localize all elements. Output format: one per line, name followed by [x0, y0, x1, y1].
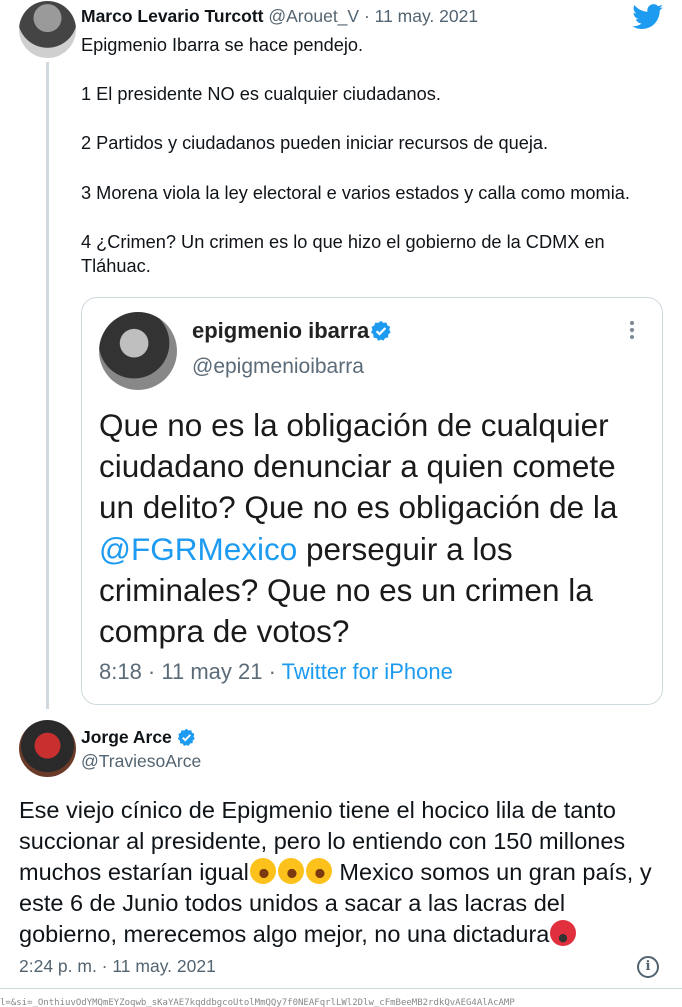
url-strip: l=&si=_OnthiuvOdYMQmEYZoqwb_sKaYAE7kqddb… [0, 998, 515, 1007]
tweet1-paragraph: 3 Morena viola la ley electoral e varios… [81, 182, 630, 203]
tweet1-header: Marco Levario Turcott @Arouet_V · 11 may… [81, 6, 478, 27]
quoted-author-name[interactable]: epigmenio ibarra [192, 318, 369, 344]
avatar-marco[interactable] [19, 1, 76, 58]
rolling-laughing-emoji-icon [302, 854, 336, 888]
tweet2-text: Ese viejo cínico de Epigmenio tiene el h… [19, 795, 669, 950]
tweet1-paragraph [81, 156, 671, 181]
twitter-bird-icon[interactable] [632, 4, 664, 30]
tweet2-timestamp[interactable]: 2:24 p. m. · 11 may. 2021 [19, 956, 216, 977]
mention-link[interactable]: @FGRMexico [99, 531, 297, 567]
more-options-icon[interactable] [626, 318, 638, 342]
info-icon[interactable]: i [637, 956, 659, 978]
tweet1-text: Epigmenio Ibarra se hace pendejo. 1 El p… [81, 33, 671, 279]
tweet1-paragraph [81, 58, 671, 83]
rolling-laughing-emoji-icon [274, 854, 308, 888]
quoted-time-date: 8:18 · 11 may 21 · [99, 659, 282, 684]
tweet1-paragraph [81, 107, 671, 132]
tweet1-paragraph [81, 205, 671, 230]
verified-badge-icon [177, 728, 195, 746]
tweet1-author-name[interactable]: Marco Levario Turcott [81, 6, 264, 26]
tweet1-paragraph: 2 Partidos y ciudadanos pueden iniciar r… [81, 133, 549, 154]
tweet2-author-handle[interactable]: @TraviesoArce [81, 751, 201, 772]
tweet1-paragraph: Epigmenio Ibarra se hace pendejo. [81, 35, 364, 55]
tweet1-paragraph: 4 ¿Crimen? Un crimen es lo que hizo el g… [81, 231, 605, 277]
quoted-text-part: Que no es la obligación de cualquier ciu… [99, 407, 618, 526]
quoted-tweet-footer: 8:18 · 11 may 21 · Twitter for iPhone [99, 659, 453, 685]
quoted-author-handle[interactable]: @epigmenioibarra [192, 355, 364, 379]
tweet1-paragraph: 1 El presidente NO es cualquier ciudadan… [81, 84, 441, 105]
avatar-epigmenio[interactable] [99, 312, 177, 390]
angry-cursing-emoji-icon [550, 920, 577, 946]
divider [0, 988, 682, 989]
rolling-laughing-emoji-icon [246, 854, 280, 888]
tweet1-handle-date[interactable]: @Arouet_V · 11 may. 2021 [264, 6, 478, 26]
tweet2-author-name[interactable]: Jorge Arce [81, 727, 172, 748]
thread-line [46, 62, 49, 709]
quoted-tweet-text: Que no es la obligación de cualquier ciu… [99, 405, 659, 652]
verified-badge-icon [371, 320, 391, 341]
avatar-jorge[interactable] [19, 720, 76, 777]
tweet-source-link[interactable]: Twitter for iPhone [282, 659, 453, 684]
